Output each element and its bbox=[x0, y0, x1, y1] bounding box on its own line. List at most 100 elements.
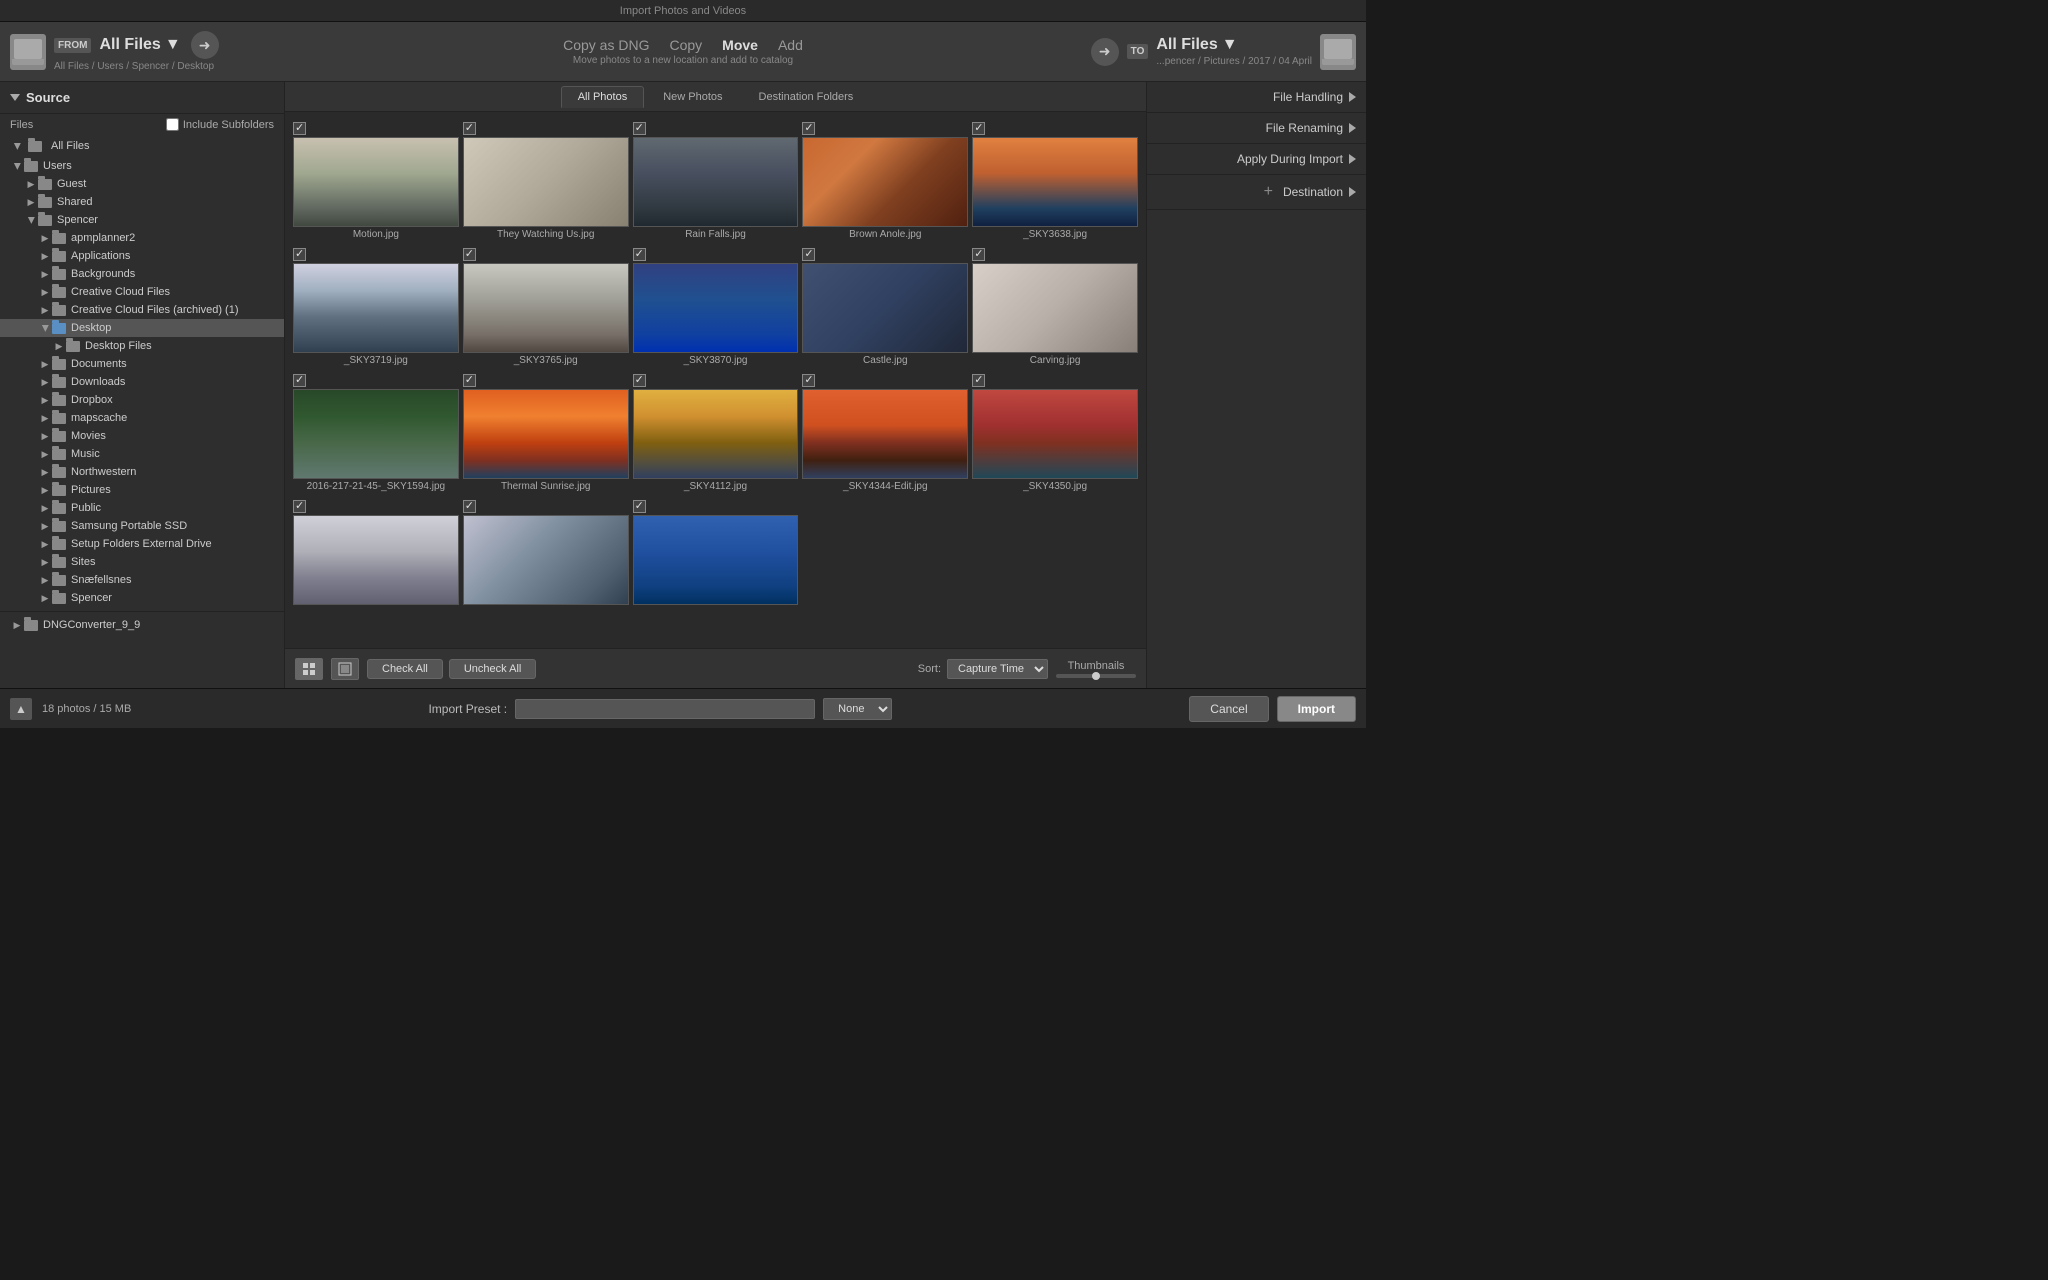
apply-during-import-row[interactable]: Apply During Import bbox=[1147, 144, 1366, 175]
photo-thumb-thermal[interactable] bbox=[463, 389, 629, 479]
photo-checkbox-sky4350[interactable] bbox=[972, 374, 985, 387]
photo-checkbox-thermal[interactable] bbox=[463, 374, 476, 387]
from-all-files-dropdown[interactable]: All Files ▼ bbox=[99, 36, 180, 54]
photo-thumb-mountain3[interactable] bbox=[633, 515, 799, 605]
sort-dropdown[interactable]: Capture Time bbox=[947, 659, 1048, 679]
photo-checkbox-sky1594[interactable] bbox=[293, 374, 306, 387]
photo-thumb-sky4344[interactable] bbox=[802, 389, 968, 479]
photo-thumb-sky3765[interactable] bbox=[463, 263, 629, 353]
photo-thumb-motion[interactable] bbox=[293, 137, 459, 227]
photo-cell-mountain1 bbox=[293, 498, 459, 609]
photo-thumb-castle[interactable] bbox=[802, 263, 968, 353]
file-renaming-row[interactable]: File Renaming bbox=[1147, 113, 1366, 144]
import-btn[interactable]: Import bbox=[1277, 696, 1356, 722]
photo-checkbox-castle[interactable] bbox=[802, 248, 815, 261]
move-action[interactable]: Move bbox=[722, 37, 758, 53]
photo-thumb-mountain2[interactable] bbox=[463, 515, 629, 605]
tab-destination-folders[interactable]: Destination Folders bbox=[742, 86, 871, 108]
tree-item-creative-cloud[interactable]: Creative Cloud Files bbox=[0, 283, 284, 301]
tree-item-snaefellsnes[interactable]: Snæfellsnes bbox=[0, 571, 284, 589]
tree-item-pictures[interactable]: Pictures bbox=[0, 481, 284, 499]
sidebar-collapse-icon[interactable] bbox=[10, 94, 20, 101]
photo-checkbox-sky4344[interactable] bbox=[802, 374, 815, 387]
photo-checkbox-mountain3[interactable] bbox=[633, 500, 646, 513]
photo-thumb-sky3638[interactable] bbox=[972, 137, 1138, 227]
forward-nav-arrow[interactable]: ➜ bbox=[191, 31, 219, 59]
copy-action[interactable]: Copy bbox=[669, 37, 702, 53]
tree-item-users[interactable]: Users bbox=[0, 157, 284, 175]
tree-item-spencer[interactable]: Spencer bbox=[0, 211, 284, 229]
tree-item-public[interactable]: Public bbox=[0, 499, 284, 517]
tree-item-backgrounds[interactable]: Backgrounds bbox=[0, 265, 284, 283]
photo-checkbox-brown-anole[interactable] bbox=[802, 122, 815, 135]
loupe-view-btn[interactable] bbox=[331, 658, 359, 680]
destination-row[interactable]: + Destination bbox=[1147, 175, 1366, 210]
uncheck-all-btn[interactable]: Uncheck All bbox=[449, 659, 536, 679]
tree-item-dropbox[interactable]: Dropbox bbox=[0, 391, 284, 409]
photo-thumb-sky4350[interactable] bbox=[972, 389, 1138, 479]
photo-checkbox-they-watching[interactable] bbox=[463, 122, 476, 135]
photo-checkbox-mountain1[interactable] bbox=[293, 500, 306, 513]
eject-btn[interactable]: ▲ bbox=[10, 698, 32, 720]
photo-thumb-sky3719[interactable] bbox=[293, 263, 459, 353]
photo-checkbox-sky3719[interactable] bbox=[293, 248, 306, 261]
file-handling-row[interactable]: File Handling bbox=[1147, 82, 1366, 113]
to-all-files-dropdown[interactable]: All Files ▼ bbox=[1156, 36, 1312, 54]
photo-checkbox-sky4112[interactable] bbox=[633, 374, 646, 387]
photo-thumb-brown-anole[interactable] bbox=[802, 137, 968, 227]
include-subfolders-checkbox[interactable] bbox=[166, 118, 179, 131]
photo-checkbox-row-they-watching bbox=[463, 120, 629, 137]
tree-item-documents[interactable]: Documents bbox=[0, 355, 284, 373]
import-preset-input[interactable] bbox=[515, 699, 815, 719]
tree-item-northwestern[interactable]: Northwestern bbox=[0, 463, 284, 481]
photo-checkbox-rain-falls[interactable] bbox=[633, 122, 646, 135]
grid-view-icon bbox=[302, 662, 316, 676]
tree-item-movies[interactable]: Movies bbox=[0, 427, 284, 445]
tab-all-photos[interactable]: All Photos bbox=[561, 86, 645, 108]
photo-checkbox-carving[interactable] bbox=[972, 248, 985, 261]
tab-new-photos[interactable]: New Photos bbox=[646, 86, 739, 108]
very-bottom: ▲ 18 photos / 15 MB Import Preset : None… bbox=[0, 688, 1366, 728]
photo-checkbox-sky3870[interactable] bbox=[633, 248, 646, 261]
tree-item-setup-folders[interactable]: Setup Folders External Drive bbox=[0, 535, 284, 553]
photo-thumb-sky4112[interactable] bbox=[633, 389, 799, 479]
photo-checkbox-motion[interactable] bbox=[293, 122, 306, 135]
tree-item-samsung[interactable]: Samsung Portable SSD bbox=[0, 517, 284, 535]
cancel-btn[interactable]: Cancel bbox=[1189, 696, 1268, 722]
tree-item-guest[interactable]: Guest bbox=[0, 175, 284, 193]
tree-item-shared[interactable]: Shared bbox=[0, 193, 284, 211]
photo-thumb-mountain1[interactable] bbox=[293, 515, 459, 605]
photo-checkbox-sky3765[interactable] bbox=[463, 248, 476, 261]
to-nav-arrow[interactable]: ➜ bbox=[1091, 38, 1119, 66]
include-subfolders-label[interactable]: Include Subfolders bbox=[166, 118, 274, 131]
tree-item-music[interactable]: Music bbox=[0, 445, 284, 463]
tree-item-desktop[interactable]: Desktop bbox=[0, 319, 284, 337]
thumbnail-size-slider[interactable] bbox=[1056, 674, 1136, 678]
photo-checkbox-sky3638[interactable] bbox=[972, 122, 985, 135]
tree-item-sites[interactable]: Sites bbox=[0, 553, 284, 571]
tree-item-spencer-sub[interactable]: Spencer bbox=[0, 589, 284, 607]
photo-thumb-they-watching[interactable] bbox=[463, 137, 629, 227]
applications-label: Applications bbox=[71, 250, 130, 262]
tree-item-desktop-files[interactable]: Desktop Files bbox=[0, 337, 284, 355]
add-action[interactable]: Add bbox=[778, 37, 803, 53]
grid-view-btn[interactable] bbox=[295, 658, 323, 680]
tree-item-apmplanner2[interactable]: apmplanner2 bbox=[0, 229, 284, 247]
tree-item-downloads[interactable]: Downloads bbox=[0, 373, 284, 391]
tree-item-mapscache[interactable]: mapscache bbox=[0, 409, 284, 427]
photo-thumb-rain-falls[interactable] bbox=[633, 137, 799, 227]
copy-as-dng-action[interactable]: Copy as DNG bbox=[563, 37, 649, 53]
preset-dropdown[interactable]: None bbox=[823, 698, 892, 720]
users-label: Users bbox=[43, 160, 72, 172]
tree-item-applications[interactable]: Applications bbox=[0, 247, 284, 265]
photo-checkbox-mountain2[interactable] bbox=[463, 500, 476, 513]
photo-thumb-inner-sky4344 bbox=[803, 390, 967, 478]
tree-item-all-files[interactable]: All Files bbox=[0, 135, 284, 157]
photo-thumb-sky3870[interactable] bbox=[633, 263, 799, 353]
check-all-btn[interactable]: Check All bbox=[367, 659, 443, 679]
photo-thumb-carving[interactable] bbox=[972, 263, 1138, 353]
samsung-folder-icon bbox=[52, 521, 66, 532]
tree-item-creative-cloud-archived[interactable]: Creative Cloud Files (archived) (1) bbox=[0, 301, 284, 319]
tree-item-dng[interactable]: DNGConverter_9_9 bbox=[10, 616, 274, 634]
photo-thumb-sky1594[interactable] bbox=[293, 389, 459, 479]
